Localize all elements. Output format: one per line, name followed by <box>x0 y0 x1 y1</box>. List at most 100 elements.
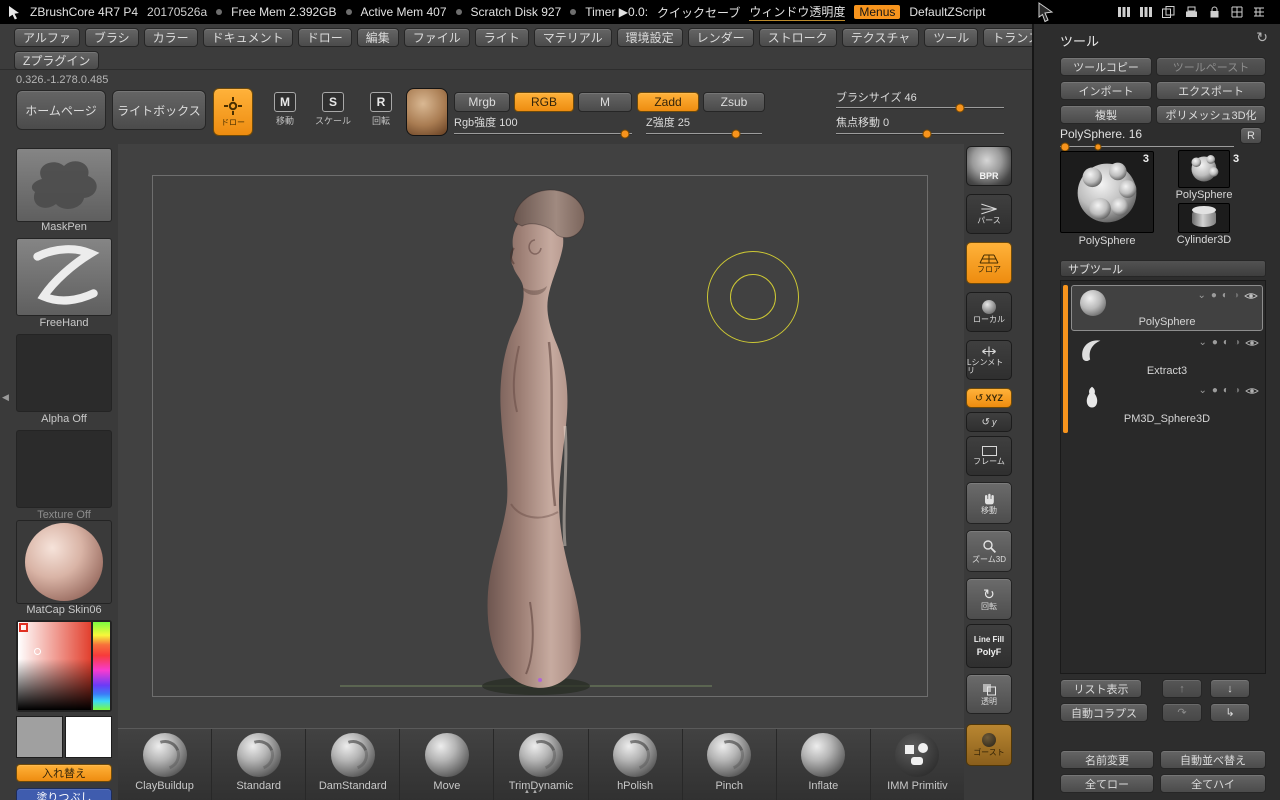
menu-texture[interactable]: テクスチャ <box>842 28 920 47</box>
hue-strip[interactable] <box>93 622 110 710</box>
color-picker[interactable] <box>16 620 112 712</box>
sculpt-canvas[interactable] <box>118 144 964 728</box>
current-brush-thumbnail[interactable] <box>16 148 112 222</box>
zadd-button[interactable]: Zadd <box>637 92 699 112</box>
menu-document[interactable]: ドキュメント <box>203 28 293 47</box>
slider-knob[interactable] <box>956 103 965 112</box>
menu-brush[interactable]: ブラシ <box>85 28 139 47</box>
local-transform-button[interactable]: ローカル <box>966 292 1012 332</box>
menu-alpha[interactable]: アルファ <box>14 28 80 47</box>
panel-bars-icon[interactable] <box>1117 5 1131 19</box>
zoom3d-button[interactable]: ズーム3D <box>966 530 1012 572</box>
menu-material[interactable]: マテリアル <box>534 28 612 47</box>
rotate-canvas-button[interactable]: ↻ 回転 <box>966 578 1012 620</box>
menu-tool[interactable]: ツール <box>924 28 978 47</box>
current-matcap-thumbnail[interactable] <box>16 520 112 604</box>
visibility-eye-icon[interactable] <box>1245 386 1259 396</box>
transparency-button[interactable]: 透明 <box>966 674 1012 714</box>
menu-render[interactable]: レンダー <box>688 28 754 47</box>
polypaint-icon[interactable]: ● <box>1211 290 1217 301</box>
brush-inflate[interactable]: Inflate <box>777 729 871 800</box>
export-button[interactable]: エクスポート <box>1156 81 1266 100</box>
perspective-button[interactable]: パース <box>966 194 1012 234</box>
grid-icon[interactable] <box>1252 5 1266 19</box>
subtool-branch-button[interactable]: ↳ <box>1210 703 1250 722</box>
quicksave-button[interactable]: クイックセーブ <box>657 4 740 21</box>
duplicate-button[interactable]: 複製 <box>1060 105 1152 124</box>
active-tool-slider[interactable] <box>1060 146 1234 148</box>
shade-icon[interactable]: ◑ <box>1234 337 1240 348</box>
rotate-gizmo-tool[interactable]: R 回転 <box>358 92 404 127</box>
brush-trimdynamic[interactable]: TrimDynamic <box>494 729 588 800</box>
current-stroke-thumbnail[interactable] <box>16 238 112 316</box>
subtool-down-button[interactable]: ↓ <box>1210 679 1250 698</box>
collapse-icon[interactable]: ⌄ <box>1197 290 1205 301</box>
menu-light[interactable]: ライト <box>475 28 529 47</box>
all-low-button[interactable]: 全てロー <box>1060 774 1154 793</box>
list-view-button[interactable]: リスト表示 <box>1060 679 1142 698</box>
left-panel-collapse-arrow[interactable]: ◀ <box>2 392 9 403</box>
subtool-redo-button[interactable]: ↷ <box>1162 703 1202 722</box>
slider-knob[interactable] <box>620 129 629 138</box>
active-tool-thumbnail[interactable]: 3 <box>1060 151 1154 233</box>
menu-stroke[interactable]: ストローク <box>759 28 837 47</box>
current-material-thumbnail[interactable] <box>406 88 448 136</box>
ghost-transparency-button[interactable]: ゴースト <box>966 724 1012 766</box>
r-reset-button[interactable]: R <box>1240 127 1262 144</box>
brush-move[interactable]: Move <box>400 729 494 800</box>
mrgb-button[interactable]: Mrgb <box>454 92 510 112</box>
import-button[interactable]: インポート <box>1060 81 1152 100</box>
polypaint-icon[interactable]: ● <box>1212 337 1218 348</box>
homepage-button[interactable]: ホームページ <box>16 90 106 130</box>
collapse-icon[interactable]: ⌄ <box>1198 337 1206 348</box>
rename-button[interactable]: 名前変更 <box>1060 750 1154 769</box>
subtool-scrollbar[interactable] <box>1063 285 1068 433</box>
lightbox-button[interactable]: ライトボックス <box>112 90 206 130</box>
subtool-up-button[interactable]: ↑ <box>1162 679 1202 698</box>
recent-tool-thumbnail[interactable] <box>1178 150 1230 188</box>
fill-object-button[interactable]: 塗りつぶし <box>16 788 112 800</box>
auto-collapse-button[interactable]: 自動コラプス <box>1060 703 1148 722</box>
menus-toggle[interactable]: Menus <box>854 5 900 19</box>
brush-hpolish[interactable]: hPolish <box>589 729 683 800</box>
visibility-eye-icon[interactable] <box>1245 338 1259 348</box>
slider-knob[interactable] <box>1061 142 1070 151</box>
focal-shift-slider[interactable] <box>836 133 1004 135</box>
menu-color[interactable]: カラー <box>144 28 198 47</box>
current-alpha-thumbnail[interactable] <box>16 334 112 412</box>
subtool-item-pm3d-sphere[interactable]: ⌄ ● ◐ ◑ PM3D_Sphere3D <box>1071 381 1263 427</box>
subtool-section-header[interactable]: サブツール <box>1060 260 1266 277</box>
panel-bars-icon[interactable] <box>1139 5 1153 19</box>
subtool-item-polysphere[interactable]: ⌄ ● ◐ ◑ PolySphere <box>1071 285 1263 331</box>
slider-knob[interactable] <box>732 129 741 138</box>
menu-zplugin[interactable]: Zプラグイン <box>14 51 99 70</box>
subtool-item-extract3[interactable]: ⌄ ● ◐ ◑ Extract3 <box>1071 333 1263 379</box>
grid-icon[interactable] <box>1230 5 1244 19</box>
draw-mode-button[interactable]: ドロー <box>213 88 253 136</box>
move-gizmo-tool[interactable]: M 移動 <box>262 92 308 127</box>
polypaint-half-icon[interactable]: ◐ <box>1222 290 1228 301</box>
polypaint-half-icon[interactable]: ◐ <box>1223 337 1229 348</box>
brush-size-slider[interactable] <box>836 107 1004 109</box>
menu-draw[interactable]: ドロー <box>298 28 352 47</box>
m-button[interactable]: M <box>578 92 632 112</box>
secondary-color-swatch[interactable] <box>16 716 63 758</box>
brush-standard[interactable]: Standard <box>212 729 306 800</box>
local-symmetry-button[interactable]: Lシンメトリ <box>966 340 1012 380</box>
switch-color-button[interactable]: 入れ替え <box>16 764 112 782</box>
floor-grid-button[interactable]: フロア <box>966 242 1012 284</box>
tray-resize-handle[interactable]: ▲▲ <box>524 789 540 795</box>
polypaint-half-icon[interactable]: ◐ <box>1223 385 1229 396</box>
slider-knob[interactable] <box>922 129 931 138</box>
tool-copy-button[interactable]: ツールコピー <box>1060 57 1152 76</box>
frame-mesh-button[interactable]: フレーム <box>966 436 1012 476</box>
visibility-eye-icon[interactable] <box>1244 291 1258 301</box>
brush-claybuildup[interactable]: ClayBuildup <box>118 729 212 800</box>
brush-imm-primitive[interactable]: IMM Primitiv <box>871 729 964 800</box>
menu-file[interactable]: ファイル <box>404 28 470 47</box>
all-high-button[interactable]: 全てハイ <box>1160 774 1266 793</box>
lock-icon[interactable] <box>1207 5 1222 19</box>
rgb-button[interactable]: RGB <box>514 92 574 112</box>
move-canvas-button[interactable]: 移動 <box>966 482 1012 524</box>
y-axis-button[interactable]: ↺ y <box>966 412 1012 432</box>
